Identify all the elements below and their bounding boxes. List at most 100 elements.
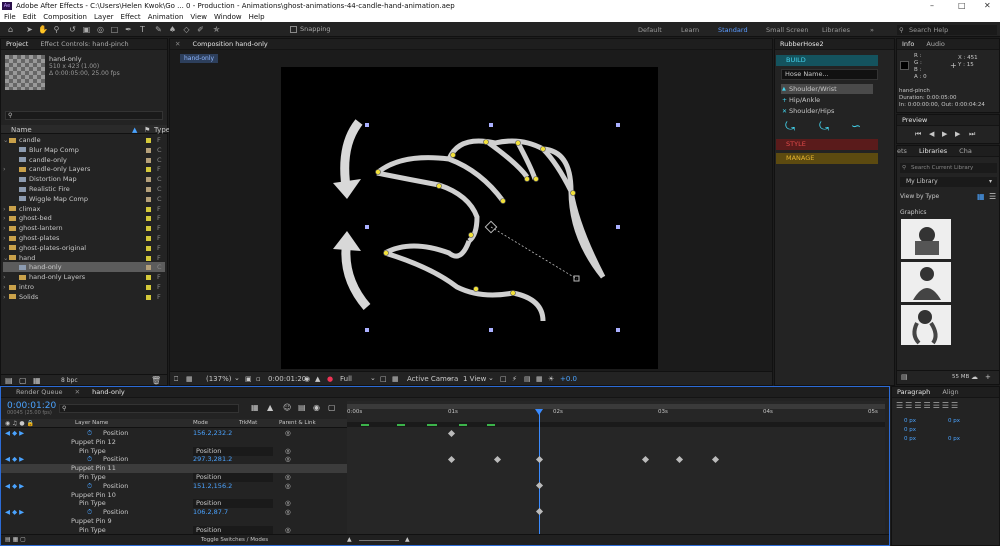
mask-visibility-icon[interactable]: ▫ (256, 375, 261, 383)
tab-character[interactable]: Cha (959, 147, 972, 155)
menu-composition[interactable]: Composition (43, 13, 87, 21)
timeline-row[interactable]: Pin Type Position ◎ (1, 499, 347, 509)
tab-libraries[interactable]: Libraries (919, 147, 947, 155)
rectangle-tool-icon[interactable]: □ (110, 25, 119, 34)
menu-help[interactable]: Help (249, 13, 265, 21)
pickwhip-icon[interactable]: ◎ (285, 429, 291, 438)
keyframe[interactable] (535, 507, 544, 516)
option-shoulder-hips[interactable]: Shoulder/Hips (781, 106, 873, 116)
close-icon[interactable]: ✕ (984, 0, 991, 12)
property-value[interactable]: 297.3,281.2 (193, 455, 232, 464)
timeline-icon[interactable]: ▤ (524, 375, 531, 383)
remove-icon[interactable]: ✕ (782, 108, 787, 115)
graphic-thumbnail-2[interactable] (901, 262, 951, 302)
keyframe[interactable] (535, 481, 544, 490)
plus-icon[interactable]: + (782, 97, 787, 104)
camera-tool-icon[interactable]: ▣ (82, 25, 91, 34)
timeline-row[interactable]: Puppet Pin 10 (1, 491, 347, 500)
tab-preview[interactable]: Preview (902, 116, 927, 124)
next-frame-icon[interactable]: ▶ (955, 130, 960, 138)
transparency-grid-icon[interactable]: ▦ (392, 375, 399, 383)
label-color-swatch[interactable] (146, 187, 151, 192)
stopwatch-icon[interactable]: ⏱ (87, 508, 92, 517)
label-color-swatch[interactable] (146, 138, 151, 143)
keyframe[interactable] (535, 455, 544, 464)
home-icon[interactable]: ⌂ (6, 25, 15, 34)
label-color-swatch[interactable] (146, 265, 151, 271)
close-icon[interactable]: ✕ (175, 40, 180, 48)
project-item[interactable]: › ghost-bed F (3, 213, 165, 223)
menu-effect[interactable]: Effect (121, 13, 141, 21)
toggle-switches-modes[interactable]: Toggle Switches / Modes (201, 537, 268, 543)
tab-project[interactable]: Project (6, 40, 28, 48)
arrow-up-icon[interactable]: ▲ (782, 86, 786, 92)
pickwhip-icon[interactable]: ◎ (285, 473, 291, 482)
property-value[interactable]: 106.2,87.7 (193, 508, 228, 517)
toggle-pixel-aspect-icon[interactable]: □ (500, 375, 507, 383)
timeline-row[interactable]: ◀ ◆ ▶ ⏱ Position 156.2,232.2 ◎ (1, 429, 347, 438)
keyframe-navigator[interactable]: ◀ ◆ ▶ (5, 429, 24, 438)
comp-flow-tab[interactable]: hand-only (180, 54, 219, 63)
motion-blur-icon[interactable]: ◉ (313, 403, 320, 412)
stopwatch-icon[interactable]: ⏱ (87, 455, 92, 464)
grid-guide-icon[interactable]: ▦ (186, 375, 193, 383)
project-item[interactable]: › intro F (3, 282, 165, 292)
new-folder-icon[interactable]: ▢ (19, 376, 27, 385)
region-of-interest-icon[interactable]: □ (380, 375, 387, 383)
keyframe-navigator[interactable]: ◀ ◆ ▶ (5, 482, 24, 491)
shy-layers-icon[interactable]: ☺ (283, 403, 291, 412)
pen-tool-icon[interactable]: ✒ (124, 25, 133, 34)
views-select[interactable]: 1 View (463, 375, 486, 383)
tab-effect-controls[interactable]: Effect Controls: hand-pinch (40, 40, 128, 48)
view-by-select[interactable]: View by Type (900, 193, 939, 200)
column-mode[interactable]: Mode (193, 420, 208, 426)
keyframe[interactable] (493, 455, 502, 464)
stopwatch-icon[interactable]: ⏱ (87, 482, 92, 491)
pickwhip-icon[interactable]: ◎ (285, 508, 291, 517)
project-item[interactable]: ⌄ candle F (3, 135, 165, 145)
label-color-swatch[interactable] (146, 275, 151, 281)
manage-section[interactable]: MANAGE (776, 153, 878, 164)
cloud-icon[interactable]: ☁ (971, 373, 978, 381)
rotate-tool-icon[interactable]: ↺ (68, 25, 77, 34)
build-hose-bend-icon[interactable]: ∽ (851, 119, 861, 133)
expand-right-icon[interactable]: › (3, 272, 19, 282)
build-hose-alt-icon[interactable]: ⤿ (819, 119, 829, 134)
pickwhip-icon[interactable]: ◎ (285, 499, 291, 508)
alignment-buttons[interactable]: ☰☰☰☰☰☰☰ (896, 401, 960, 410)
last-frame-icon[interactable]: ⏭ (969, 130, 975, 139)
interpret-footage-icon[interactable]: ▤ (5, 376, 13, 385)
menu-view[interactable]: View (190, 13, 207, 21)
timeline-row[interactable]: ◀ ◆ ▶ ⏱ Position 151.2,156.2 ◎ (1, 482, 347, 491)
menu-animation[interactable]: Animation (148, 13, 184, 21)
zoom-tool-icon[interactable]: ⚲ (52, 25, 61, 34)
keyframe[interactable] (447, 455, 456, 464)
column-layer-name[interactable]: Layer Name (75, 420, 108, 426)
label-color-swatch[interactable] (146, 294, 151, 300)
project-item[interactable]: Wiggle Map Comp C (3, 194, 165, 204)
snapping-checkbox[interactable] (290, 26, 297, 33)
first-frame-icon[interactable]: ⏮ (915, 130, 921, 139)
property-value[interactable]: 151.2,156.2 (193, 482, 232, 491)
expand-right-icon[interactable]: › (3, 164, 19, 174)
tab-hand-only[interactable]: hand-only (92, 388, 125, 396)
project-item[interactable]: candle-only C (3, 155, 165, 165)
always-preview-icon[interactable]: ⎕ (174, 375, 178, 384)
chevron-down-icon[interactable]: ⌄ (447, 374, 453, 382)
project-item[interactable]: › ghost-plates-original F (3, 243, 165, 253)
keyframe[interactable] (675, 455, 684, 464)
timeline-row[interactable]: Pin Type Position ◎ (1, 473, 347, 482)
label-color-swatch[interactable] (146, 177, 151, 183)
graphics-section[interactable]: Graphics (900, 209, 927, 216)
roto-brush-tool-icon[interactable]: ✐ (196, 25, 205, 34)
current-timecode[interactable]: 0:00:01:20 (268, 375, 306, 383)
eraser-tool-icon[interactable]: ◇ (182, 25, 191, 34)
list-view-icon[interactable]: ☰ (989, 192, 996, 201)
new-comp-icon[interactable]: ▦ (33, 376, 41, 385)
playhead[interactable] (539, 409, 540, 535)
fast-previews-icon[interactable]: ⚡ (512, 375, 517, 383)
snapshot-icon[interactable]: ◉ (304, 375, 310, 383)
folder-icon[interactable]: ▤ (901, 373, 908, 381)
zoom-out-icon[interactable]: ▲ (347, 536, 352, 543)
menu-window[interactable]: Window (214, 13, 242, 21)
